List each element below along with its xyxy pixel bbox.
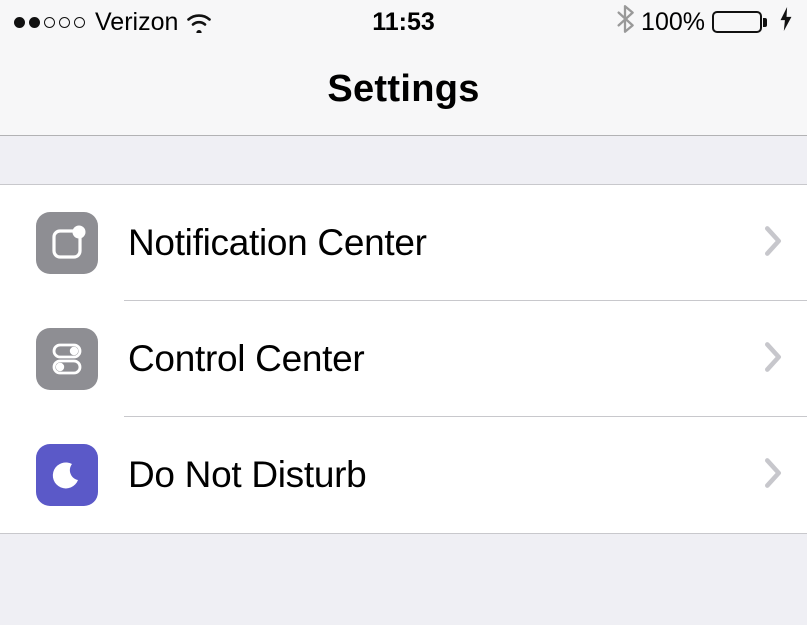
settings-group: Notification Center Control Center Do No… <box>0 184 807 534</box>
row-do-not-disturb[interactable]: Do Not Disturb <box>0 417 807 533</box>
control-center-icon <box>36 328 98 390</box>
charging-icon <box>779 7 793 37</box>
notification-center-icon <box>36 212 98 274</box>
chevron-right-icon <box>763 225 783 262</box>
status-time: 11:53 <box>372 8 435 37</box>
row-notification-center[interactable]: Notification Center <box>0 185 807 301</box>
status-bar: Verizon 11:53 100% <box>0 0 807 44</box>
row-control-center[interactable]: Control Center <box>0 301 807 417</box>
carrier-label: Verizon <box>95 8 178 37</box>
page-title: Settings <box>327 68 479 111</box>
section-spacer <box>0 136 807 184</box>
row-label: Control Center <box>128 338 763 380</box>
battery-percent: 100% <box>641 8 705 37</box>
row-label: Notification Center <box>128 222 763 264</box>
chevron-right-icon <box>763 457 783 494</box>
signal-strength-icon <box>14 17 85 28</box>
status-left: Verizon <box>14 8 213 37</box>
chevron-right-icon <box>763 341 783 378</box>
battery-icon <box>712 11 767 33</box>
row-label: Do Not Disturb <box>128 454 763 496</box>
wifi-icon <box>185 11 213 33</box>
status-right: 100% <box>616 5 793 40</box>
bluetooth-icon <box>616 5 634 40</box>
do-not-disturb-icon <box>36 444 98 506</box>
nav-header: Settings <box>0 44 807 136</box>
